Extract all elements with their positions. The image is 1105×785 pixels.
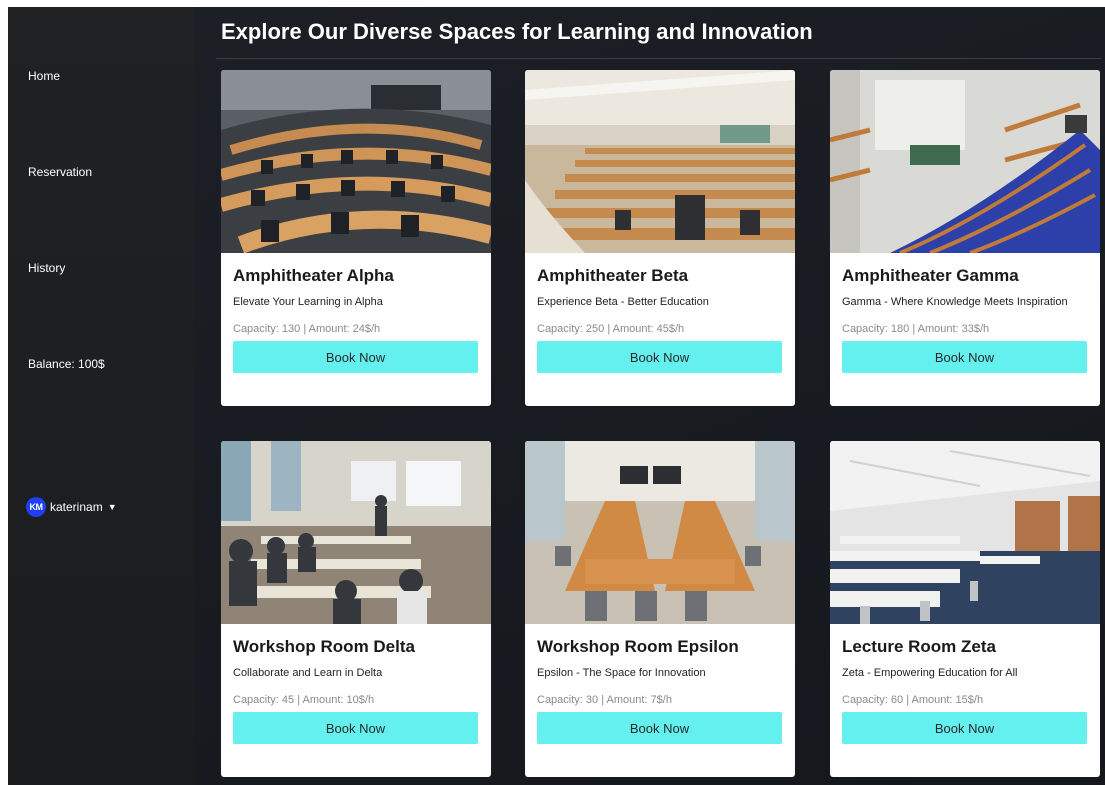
room-tagline: Zeta - Empowering Education for All — [842, 667, 1018, 679]
room-tagline: Experience Beta - Better Education — [537, 296, 709, 308]
lecture-room-zeta-photo — [830, 441, 1100, 624]
book-now-button[interactable]: Book Now — [233, 341, 478, 373]
room-card-alpha: Amphitheater Alpha Elevate Your Learning… — [221, 70, 491, 406]
book-now-button[interactable]: Book Now — [842, 712, 1087, 744]
caret-down-icon: ▼ — [107, 502, 117, 512]
book-now-button[interactable]: Book Now — [233, 712, 478, 744]
room-capacity-amount: Capacity: 250 | Amount: 45$/h — [537, 323, 685, 335]
book-now-button[interactable]: Book Now — [537, 341, 782, 373]
page-title: Explore Our Diverse Spaces for Learning … — [221, 19, 813, 44]
amphitheater-gamma-photo — [830, 70, 1100, 253]
room-tagline: Collaborate and Learn in Delta — [233, 667, 383, 679]
room-capacity-amount: Capacity: 30 | Amount: 7$/h — [537, 694, 672, 706]
room-capacity-amount: Capacity: 60 | Amount: 15$/h — [842, 694, 984, 706]
amphitheater-alpha-photo — [221, 70, 491, 253]
room-card-zeta: Lecture Room Zeta Zeta - Empowering Educ… — [830, 441, 1100, 777]
title-divider — [216, 58, 1101, 59]
amphitheater-beta-photo — [525, 70, 795, 253]
room-title: Amphitheater Alpha — [233, 266, 394, 285]
app-window: Home Reservation History Balance: 100$ K… — [8, 7, 1105, 785]
book-now-button[interactable]: Book Now — [842, 341, 1087, 373]
sidebar: Home Reservation History Balance: 100$ K… — [8, 7, 194, 785]
username: katerinam — [50, 500, 103, 514]
balance-display: Balance: 100$ — [28, 357, 105, 371]
room-card-delta: Workshop Room Delta Collaborate and Lear… — [221, 441, 491, 777]
room-title: Amphitheater Gamma — [842, 266, 1019, 285]
room-capacity-amount: Capacity: 45 | Amount: 10$/h — [233, 694, 375, 706]
main-content: Explore Our Diverse Spaces for Learning … — [194, 7, 1105, 785]
avatar: KM — [26, 497, 46, 517]
nav-history-link[interactable]: History — [28, 261, 65, 275]
room-card-epsilon: Workshop Room Epsilon Epsilon - The Spac… — [525, 441, 795, 777]
room-card-gamma: Amphitheater Gamma Gamma - Where Knowled… — [830, 70, 1100, 406]
room-tagline: Epsilon - The Space for Innovation — [537, 667, 706, 679]
workshop-room-delta-photo — [221, 441, 491, 624]
user-menu-dropdown[interactable]: KM katerinam ▼ — [26, 497, 117, 517]
workshop-room-epsilon-photo — [525, 441, 795, 624]
room-tagline: Gamma - Where Knowledge Meets Inspiratio… — [842, 296, 1068, 308]
book-now-button[interactable]: Book Now — [537, 712, 782, 744]
room-title: Workshop Room Epsilon — [537, 637, 739, 656]
room-capacity-amount: Capacity: 180 | Amount: 33$/h — [842, 323, 990, 335]
room-tagline: Elevate Your Learning in Alpha — [233, 296, 383, 308]
room-title: Lecture Room Zeta — [842, 637, 996, 656]
room-card-beta: Amphitheater Beta Experience Beta - Bett… — [525, 70, 795, 406]
nav-reservation-link[interactable]: Reservation — [28, 165, 92, 179]
room-title: Amphitheater Beta — [537, 266, 689, 285]
nav-home-link[interactable]: Home — [28, 69, 60, 83]
room-title: Workshop Room Delta — [233, 637, 415, 656]
room-capacity-amount: Capacity: 130 | Amount: 24$/h — [233, 323, 381, 335]
